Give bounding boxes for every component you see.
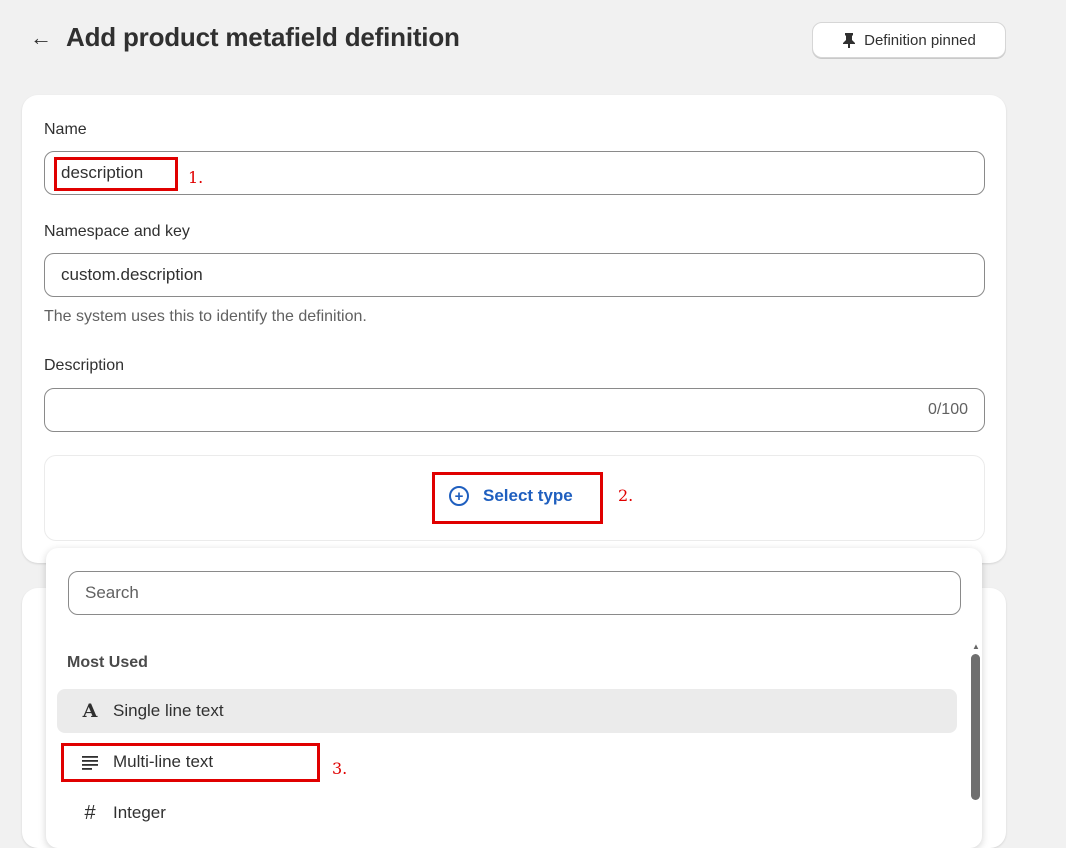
- type-option-label: Single line text: [113, 701, 224, 720]
- scroll-up-arrow-icon[interactable]: ▲: [972, 642, 980, 651]
- namespace-label: Namespace and key: [44, 223, 190, 240]
- hash-icon: #: [84, 801, 96, 824]
- namespace-input-value: custom.description: [61, 265, 203, 284]
- most-used-section-label: Most Used: [67, 654, 148, 671]
- name-label: Name: [44, 121, 87, 138]
- description-label: Description: [44, 357, 125, 374]
- type-option-label: Integer: [113, 803, 166, 822]
- annotation-box-step1: [54, 157, 178, 191]
- type-option-integer[interactable]: # Integer: [57, 791, 957, 835]
- type-search-input[interactable]: Search: [68, 571, 961, 615]
- namespace-helper-text: The system uses this to identify the def…: [44, 308, 367, 325]
- namespace-key-input[interactable]: custom.description: [44, 253, 985, 297]
- annotation-number-step1: 1.: [188, 168, 204, 187]
- pin-label: Definition pinned: [864, 31, 976, 49]
- type-option-single-line-text[interactable]: A Single line text: [57, 689, 957, 733]
- annotation-box-step3: [61, 743, 320, 782]
- annotation-box-step2: [432, 472, 603, 524]
- dropdown-scrollbar-thumb[interactable]: [971, 654, 980, 800]
- arrow-left-icon[interactable]: ←: [30, 26, 52, 49]
- name-input[interactable]: description: [44, 151, 985, 195]
- description-input[interactable]: 0/100: [44, 388, 985, 432]
- text-a-icon: A: [82, 700, 98, 722]
- page-title: Add product metafield definition: [66, 22, 460, 52]
- definition-pinned-button[interactable]: Definition pinned: [812, 22, 1006, 58]
- annotation-number-step2: 2.: [618, 486, 634, 505]
- search-placeholder: Search: [85, 583, 139, 602]
- character-counter: 0/100: [927, 401, 968, 418]
- page-header: ← Add product metafield definition: [30, 22, 460, 53]
- pin-icon: [843, 33, 856, 48]
- annotation-number-step3: 3.: [332, 759, 348, 778]
